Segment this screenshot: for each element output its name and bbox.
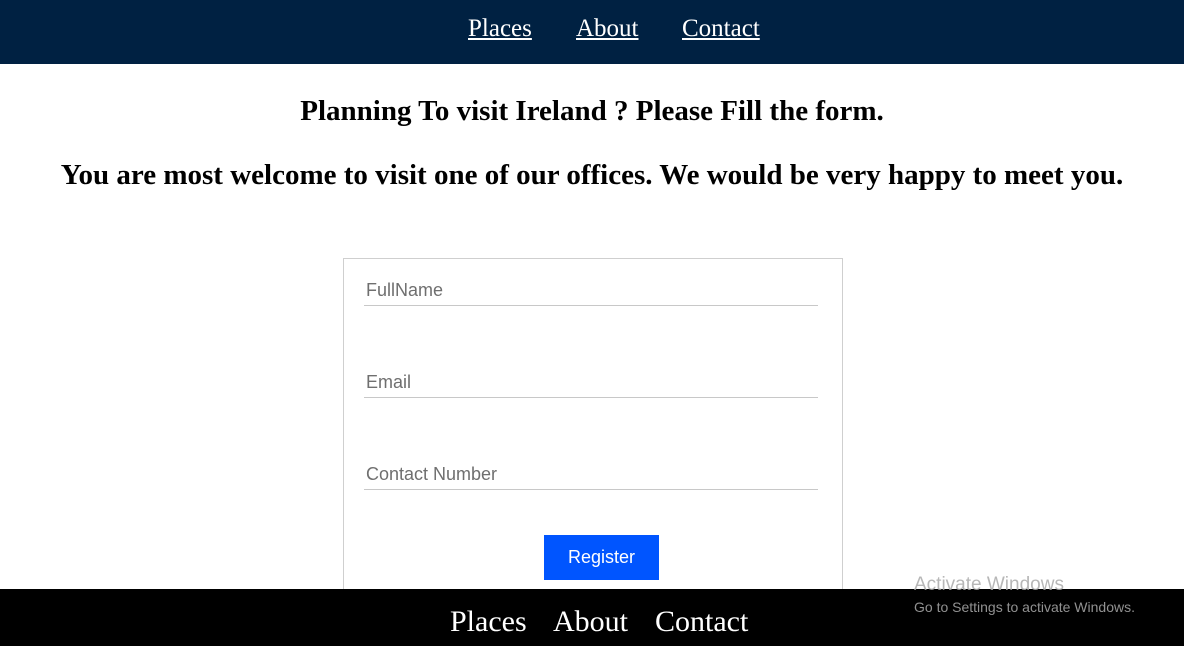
footer-link-about[interactable]: About bbox=[553, 605, 628, 639]
page-heading: Planning To visit Ireland ? Please Fill … bbox=[300, 95, 884, 127]
email-input[interactable] bbox=[364, 368, 818, 398]
register-button[interactable]: Register bbox=[544, 535, 659, 580]
watermark-subtitle: Go to Settings to activate Windows. bbox=[914, 599, 1135, 615]
activate-windows-watermark: Activate Windows Go to Settings to activ… bbox=[914, 574, 1174, 617]
top-navigation-bar: Places About Contact bbox=[0, 0, 1184, 64]
nav-link-places[interactable]: Places bbox=[468, 14, 532, 44]
page-subheading: You are most welcome to visit one of our… bbox=[60, 159, 1124, 191]
footer-link-contact[interactable]: Contact bbox=[655, 605, 748, 639]
watermark-title: Activate Windows bbox=[914, 574, 1064, 595]
nav-link-about[interactable]: About bbox=[576, 14, 639, 44]
fullname-input[interactable] bbox=[364, 276, 818, 306]
footer-link-places[interactable]: Places bbox=[450, 605, 527, 639]
nav-link-contact[interactable]: Contact bbox=[682, 14, 760, 44]
contact-number-input[interactable] bbox=[364, 460, 818, 490]
